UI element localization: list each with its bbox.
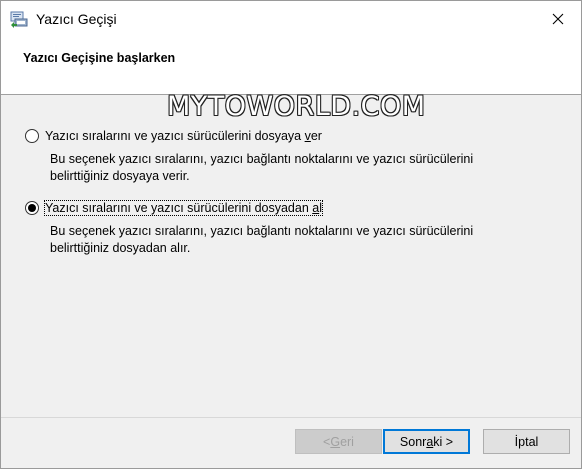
export-option-label: Yazıcı sıralarını ve yazıcı sürücülerini… — [45, 129, 322, 143]
radio-button-unchecked[interactable] — [25, 129, 39, 143]
import-option-label: Yazıcı sıralarını ve yazıcı sürücülerini… — [44, 200, 323, 216]
watermark-text: MYTOWORLD.COM — [167, 91, 426, 122]
page-title: Yazıcı Geçişine başlarken — [23, 51, 176, 65]
cancel-button[interactable]: İptal — [483, 429, 570, 454]
export-option-description: Bu seçenek yazıcı sıralarını, yazıcı bağ… — [50, 152, 474, 183]
wizard-header: Yazıcı Geçişine başlarken — [1, 39, 581, 95]
close-icon — [552, 13, 564, 28]
close-button[interactable] — [535, 1, 581, 39]
import-option-radio[interactable]: Yazıcı sıralarını ve yazıcı sürücülerini… — [25, 200, 323, 216]
printer-migration-window: Yazıcı Geçişi Yazıcı Geçişine başlarken … — [0, 0, 582, 469]
next-button[interactable]: Sonr a ki > — [383, 429, 470, 454]
printer-migration-icon — [10, 10, 28, 28]
title-bar: Yazıcı Geçişi — [1, 1, 581, 39]
back-button[interactable]: < Geri — [295, 429, 382, 454]
window-title: Yazıcı Geçişi — [36, 11, 117, 27]
footer-divider — [1, 417, 581, 418]
import-option-description: Bu seçenek yazıcı sıralarını, yazıcı bağ… — [50, 224, 474, 255]
export-option-radio[interactable]: Yazıcı sıralarını ve yazıcı sürücülerini… — [25, 129, 322, 143]
radio-button-checked[interactable] — [25, 201, 39, 215]
